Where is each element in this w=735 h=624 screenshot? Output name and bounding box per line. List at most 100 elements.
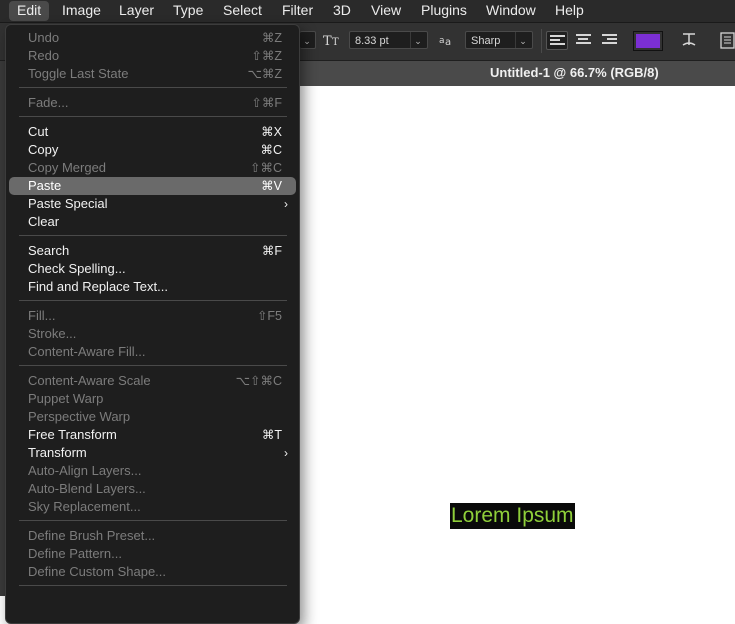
menu-item-label: Content-Aware Fill... [28,344,146,359]
menu-image[interactable]: Image [62,0,101,22]
font-size-icon: TT [323,31,343,52]
menu-edit[interactable]: Edit [9,1,50,21]
menu-item-define-pattern[interactable]: Define Pattern... [9,545,296,563]
align-right-button[interactable] [599,31,621,50]
character-panel-icon[interactable] [720,32,735,52]
menu-layer[interactable]: Layer [119,0,154,22]
menu-item-undo[interactable]: Undo ⌘Z [9,29,296,47]
menu-separator [19,585,287,586]
menu-item-find-and-replace-text[interactable]: Find and Replace Text... [9,278,296,296]
menu-item-auto-align-layers[interactable]: Auto-Align Layers... [9,462,296,480]
menu-item-label: Clear [28,214,60,229]
canvas-text: Lorem Ipsum [451,504,574,527]
menu-type[interactable]: Type [173,0,203,22]
menu-item-label: Copy [28,142,59,157]
menu-separator [19,235,287,236]
menu-item-shortcut: ⇧⌘F [251,96,282,110]
menu-item-content-aware-scale[interactable]: Content-Aware Scale ⌥⇧⌘C [9,372,296,390]
align-right-icon [602,34,617,46]
edit-menu-dropdown: Undo ⌘Z Redo ⇧⌘Z Toggle Last State ⌥⌘Z Fade...… [5,24,300,624]
menu-bar: Edit Image Layer Type Select Filter 3D V… [0,0,735,23]
align-left-button[interactable] [546,31,568,50]
font-family-dropdown-edge[interactable]: ⌄ [300,31,316,49]
chevron-right-icon: › [284,446,288,460]
menu-item-clear[interactable]: Clear [9,213,296,231]
menu-item-transform[interactable]: Transform › [9,444,296,462]
menu-item-label: Paste [28,178,62,193]
menu-item-label: Redo [28,48,60,63]
menu-item-sky-replacement[interactable]: Sky Replacement... [9,498,296,516]
warp-text-icon[interactable] [680,31,698,52]
menu-item-label: Auto-Blend Layers... [28,481,146,496]
chevron-down-icon: ⌄ [303,36,311,46]
chevron-down-icon: ⌄ [515,32,530,48]
document-tab-title[interactable]: Untitled-1 @ 66.7% (RGB/8) [490,65,659,80]
menu-item-fade[interactable]: Fade... ⇧⌘F [9,94,296,112]
menu-item-label: Check Spelling... [28,261,126,276]
menu-item-label: Cut [28,124,49,139]
menu-item-copy[interactable]: Copy ⌘C [9,141,296,159]
menu-item-shortcut: ⇧F5 [256,309,282,323]
menu-3d[interactable]: 3D [333,0,351,22]
menu-select[interactable]: Select [223,0,262,22]
chevron-right-icon: › [284,197,288,211]
menu-separator [19,116,287,117]
menu-item-label: Content-Aware Scale [28,373,151,388]
menu-separator [19,300,287,301]
menu-item-label: Fill... [28,308,56,323]
menu-item-label: Toggle Last State [28,66,129,81]
menu-item-shortcut: ⌘F [261,244,282,258]
menu-item-puppet-warp[interactable]: Puppet Warp [9,390,296,408]
menu-item-shortcut: ⌘V [261,179,282,193]
menu-item-paste-special[interactable]: Paste Special › [9,195,296,213]
menu-item-content-aware-fill[interactable]: Content-Aware Fill... [9,343,296,361]
text-color-fill [636,34,660,48]
menu-item-stroke[interactable]: Stroke... [9,325,296,343]
menu-item-shortcut: ⌘T [261,428,282,442]
menu-filter[interactable]: Filter [282,0,313,22]
menu-item-label: Paste Special [28,196,108,211]
menu-window[interactable]: Window [486,0,536,22]
menu-separator [19,365,287,366]
menu-item-copy-merged[interactable]: Copy Merged ⇧⌘C [9,159,296,177]
font-size-value: 8.33 pt [355,35,389,47]
canvas-text-layer[interactable]: Lorem Ipsum [450,503,575,529]
menu-item-label: Perspective Warp [28,409,131,424]
menu-item-label: Define Brush Preset... [28,528,156,543]
menu-item-shortcut: ⇧⌘Z [251,49,282,63]
menu-item-label: Sky Replacement... [28,499,141,514]
menu-item-search[interactable]: Search ⌘F [9,242,296,260]
antialias-icon: aa [439,32,455,51]
menu-help[interactable]: Help [555,0,584,22]
menu-item-fill[interactable]: Fill... ⇧F5 [9,307,296,325]
menu-item-auto-blend-layers[interactable]: Auto-Blend Layers... [9,480,296,498]
align-center-icon [576,34,591,46]
menu-item-shortcut: ⌘X [261,125,282,139]
menu-item-check-spelling[interactable]: Check Spelling... [9,260,296,278]
antialias-value: Sharp [471,35,501,47]
align-center-button[interactable] [573,31,595,50]
menu-item-paste[interactable]: Paste ⌘V [9,177,296,195]
menu-item-label: Fade... [28,95,69,110]
font-size-field[interactable]: 8.33 pt ⌄ [349,31,428,49]
menu-item-free-transform[interactable]: Free Transform ⌘T [9,426,296,444]
text-color-swatch[interactable] [633,31,663,51]
menu-item-label: Auto-Align Layers... [28,463,142,478]
menu-view[interactable]: View [371,0,401,22]
menu-plugins[interactable]: Plugins [421,0,467,22]
divider [541,29,542,53]
menu-item-cut[interactable]: Cut ⌘X [9,123,296,141]
document-tab-bar: Untitled-1 @ 66.7% (RGB/8) [300,61,735,86]
menu-item-define-custom-shape[interactable]: Define Custom Shape... [9,563,296,581]
menu-item-label: Define Custom Shape... [28,564,167,579]
menu-item-perspective-warp[interactable]: Perspective Warp [9,408,296,426]
menu-item-define-brush-preset[interactable]: Define Brush Preset... [9,527,296,545]
align-left-icon [550,35,565,47]
antialias-dropdown[interactable]: Sharp ⌄ [465,31,533,49]
menu-item-label: Find and Replace Text... [28,279,168,294]
menu-item-redo[interactable]: Redo ⇧⌘Z [9,47,296,65]
menu-item-toggle-last-state[interactable]: Toggle Last State ⌥⌘Z [9,65,296,83]
menu-item-label: Transform [28,445,87,460]
svg-text:T: T [332,37,339,48]
svg-text:a: a [445,37,451,48]
